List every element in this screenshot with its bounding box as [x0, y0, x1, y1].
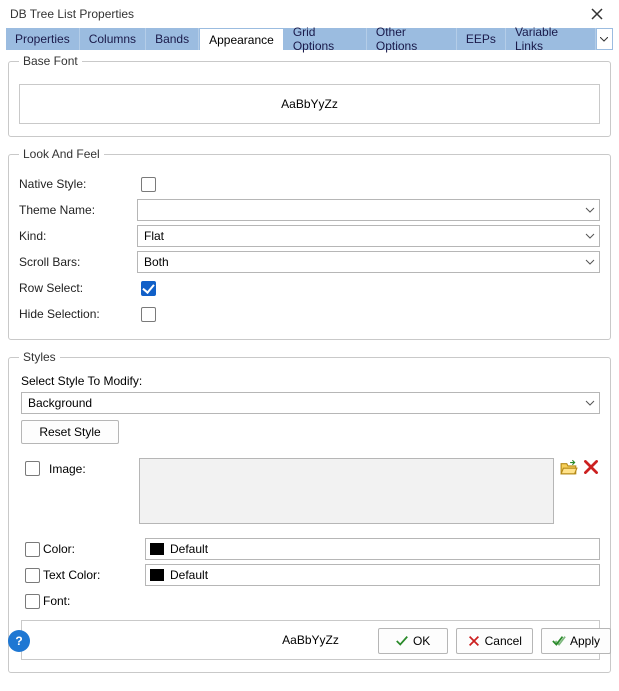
open-image-button[interactable]	[560, 458, 578, 476]
base-font-group: Base Font AaBbYyZz	[8, 54, 611, 137]
hide-selection-checkbox[interactable]	[141, 307, 156, 322]
kind-label: Kind:	[19, 229, 137, 243]
row-select-label: Row Select:	[19, 281, 137, 295]
bottom-bar: ? OK Cancel Apply	[8, 626, 611, 656]
tab-overflow-button[interactable]	[596, 28, 613, 50]
chevron-down-icon	[585, 233, 595, 239]
chevron-down-icon	[585, 259, 595, 265]
scroll-bars-select[interactable]: Both	[137, 251, 600, 273]
base-font-sample[interactable]: AaBbYyZz	[19, 84, 600, 124]
apply-label: Apply	[570, 634, 600, 648]
color-label: Color:	[43, 542, 139, 556]
text-color-checkbox[interactable]	[25, 568, 40, 583]
color-checkbox[interactable]	[25, 542, 40, 557]
text-color-value: Default	[170, 568, 208, 582]
tab-grid-options[interactable]: Grid Options	[284, 28, 367, 50]
image-preview	[139, 458, 554, 524]
hide-selection-label: Hide Selection:	[19, 307, 137, 321]
text-color-select[interactable]: Default	[145, 564, 600, 586]
look-and-feel-group: Look And Feel Native Style: Theme Name: …	[8, 147, 611, 340]
style-to-modify-select[interactable]: Background	[21, 392, 600, 414]
check-icon	[395, 634, 409, 648]
chevron-down-icon	[585, 400, 595, 406]
delete-icon	[582, 458, 600, 476]
cancel-button[interactable]: Cancel	[456, 628, 533, 654]
image-checkbox[interactable]	[25, 461, 40, 476]
style-to-modify-value: Background	[28, 396, 92, 410]
look-and-feel-legend: Look And Feel	[19, 147, 104, 161]
cancel-icon	[467, 634, 481, 648]
clear-image-button[interactable]	[582, 458, 600, 476]
image-label: Image:	[49, 462, 86, 476]
help-icon: ?	[15, 634, 22, 648]
window-title: DB Tree List Properties	[10, 7, 134, 21]
theme-name-label: Theme Name:	[19, 203, 137, 217]
select-style-label: Select Style To Modify:	[21, 374, 600, 388]
tab-appearance[interactable]: Appearance	[199, 28, 284, 50]
ok-label: OK	[413, 634, 430, 648]
color-value: Default	[170, 542, 208, 556]
text-color-label: Text Color:	[43, 568, 139, 582]
font-label: Font:	[43, 594, 139, 608]
title-bar: DB Tree List Properties	[0, 0, 619, 28]
color-swatch	[150, 543, 164, 555]
chevron-down-icon	[585, 207, 595, 213]
native-style-label: Native Style:	[19, 177, 137, 191]
ok-button[interactable]: OK	[378, 628, 448, 654]
tab-properties[interactable]: Properties	[6, 28, 80, 50]
reset-style-button[interactable]: Reset Style	[21, 420, 119, 444]
cancel-label: Cancel	[485, 634, 522, 648]
base-font-legend: Base Font	[19, 54, 82, 68]
font-checkbox[interactable]	[25, 594, 40, 609]
chevron-down-icon	[600, 37, 608, 42]
native-style-checkbox[interactable]	[141, 177, 156, 192]
color-select[interactable]: Default	[145, 538, 600, 560]
tab-bar: Properties Columns Bands Appearance Grid…	[6, 28, 613, 50]
tab-eeps[interactable]: EEPs	[457, 28, 506, 50]
main-content: Base Font AaBbYyZz Look And Feel Native …	[0, 54, 619, 691]
window-close-button[interactable]	[581, 2, 613, 26]
tab-other-options[interactable]: Other Options	[367, 28, 457, 50]
styles-group: Styles Select Style To Modify: Backgroun…	[8, 350, 611, 673]
tab-columns[interactable]: Columns	[80, 28, 146, 50]
row-select-checkbox[interactable]	[141, 281, 156, 296]
styles-legend: Styles	[19, 350, 60, 364]
apply-icon	[552, 634, 566, 648]
scroll-bars-label: Scroll Bars:	[19, 255, 137, 269]
tab-bands[interactable]: Bands	[146, 28, 199, 50]
apply-button[interactable]: Apply	[541, 628, 611, 654]
theme-name-select[interactable]	[137, 199, 600, 221]
scroll-bars-value: Both	[144, 255, 169, 269]
tab-variable-links[interactable]: Variable Links	[506, 28, 596, 50]
kind-value: Flat	[144, 229, 164, 243]
kind-select[interactable]: Flat	[137, 225, 600, 247]
close-icon	[591, 8, 603, 20]
text-color-swatch	[150, 569, 164, 581]
folder-open-icon	[560, 458, 578, 476]
help-button[interactable]: ?	[8, 630, 30, 652]
